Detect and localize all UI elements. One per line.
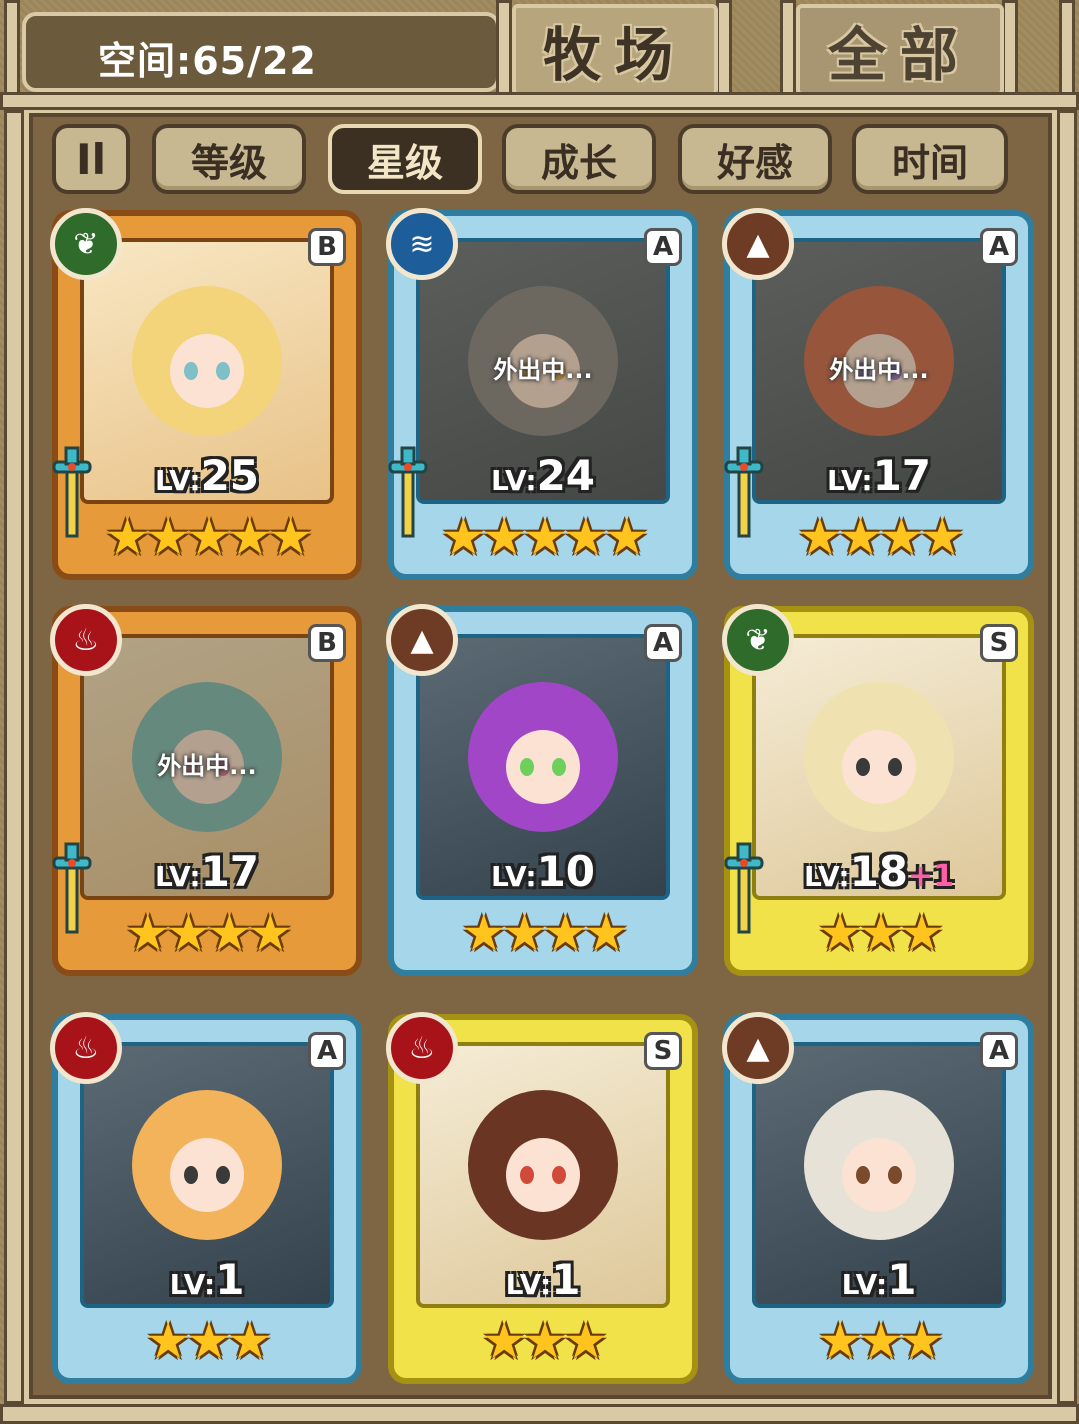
pet-eye [888, 757, 902, 776]
away-status-label: 外出中... [829, 356, 929, 385]
leaf-element-icon: ❦ [50, 208, 122, 280]
pet-card[interactable]: ▲ A LV:10 ★★★★ [386, 604, 698, 976]
sort-label: 时间 [891, 140, 968, 185]
level-label: LV:1 [505, 1255, 581, 1304]
away-status-label: 外出中... [493, 356, 593, 385]
pet-face [842, 729, 916, 804]
rank-badge: A [980, 228, 1018, 266]
star-rating: ★★★★ [125, 904, 292, 962]
pet-card[interactable]: 外出中... ♨ B LV:17 ★★★★ [50, 604, 362, 976]
pet-card[interactable]: 外出中... ≋ A LV:24 ★★★★★ [386, 208, 698, 580]
frame-rail [0, 1404, 1079, 1424]
level-label: LV:24 [490, 451, 596, 500]
pet-portrait [468, 1089, 618, 1240]
level-label: LV:1 [841, 1255, 917, 1304]
pet-eye [520, 1165, 534, 1184]
earth-element-icon: ▲ [722, 1012, 794, 1084]
pet-card[interactable]: ♨ A LV:1 ★★★ [50, 1012, 362, 1384]
level-label: LV:10 [490, 847, 596, 896]
level-label: LV:17 [826, 451, 932, 500]
sort-label: 星级 [366, 140, 443, 185]
water-element-icon: ≋ [386, 208, 458, 280]
pet-eye [520, 757, 534, 776]
level-label: LV:25 [154, 451, 260, 500]
fire-element-icon: ♨ [386, 1012, 458, 1084]
tab-all-label: 全部 [827, 21, 972, 89]
star-rating: ★★★ [817, 904, 944, 962]
pet-eye [856, 1165, 870, 1184]
earth-element-icon: ▲ [386, 604, 458, 676]
star-rating: ★★★ [145, 1312, 272, 1370]
level-bonus: +1 [908, 859, 955, 894]
pet-eye [552, 757, 566, 776]
pet-card[interactable]: ❦ B LV:25 ★★★★★ [50, 208, 362, 580]
rank-badge: A [644, 624, 682, 662]
pet-portrait [132, 1089, 282, 1240]
tab-ranch-label: 牧场 [542, 21, 687, 89]
tab-all[interactable]: 全部 [796, 4, 1004, 96]
space-bar: 空间:65/22 [22, 12, 500, 92]
earth-element-icon: ▲ [722, 208, 794, 280]
fire-element-icon: ♨ [50, 604, 122, 676]
pet-card[interactable]: 外出中... ▲ A LV:17 ★★★★ [722, 208, 1034, 580]
pet-portrait [468, 681, 618, 832]
pet-portrait [804, 681, 954, 832]
pet-eye [184, 1165, 198, 1184]
frame-rail [4, 110, 24, 1404]
rank-badge: B [308, 624, 346, 662]
pet-eye [888, 1165, 902, 1184]
rank-badge: S [644, 1032, 682, 1070]
rank-badge: B [308, 228, 346, 266]
fire-element-icon: ♨ [50, 1012, 122, 1084]
star-rating: ★★★★ [797, 508, 964, 566]
pet-card[interactable]: ▲ A LV:1 ★★★ [722, 1012, 1034, 1384]
pet-eye [552, 1165, 566, 1184]
sort-by-time-button[interactable]: 时间 [852, 124, 1008, 194]
pet-eye [184, 361, 198, 380]
tab-ranch[interactable]: 牧场 [512, 4, 718, 96]
pet-portrait [132, 285, 282, 436]
frame-post [716, 0, 732, 104]
rank-badge: S [980, 624, 1018, 662]
star-rating: ★★★★★ [104, 508, 313, 566]
star-rating: ★★★ [481, 1312, 608, 1370]
sort-by-level-button[interactable]: 等级 [152, 124, 306, 194]
star-rating: ★★★★★ [440, 508, 649, 566]
pet-card[interactable]: ❦ S LV:18+1 ★★★ [722, 604, 1034, 976]
pet-face [170, 1137, 244, 1212]
pet-face [842, 1137, 916, 1212]
sort-label: 成长 [540, 140, 617, 185]
pet-eye [216, 361, 230, 380]
pet-card[interactable]: ♨ S LV:1 ★★★ [386, 1012, 698, 1384]
level-label: LV:1 [169, 1255, 245, 1304]
pet-eye [856, 757, 870, 776]
rank-badge: A [980, 1032, 1018, 1070]
leaf-element-icon: ❦ [722, 604, 794, 676]
pet-portrait [804, 1089, 954, 1240]
frame-post [780, 0, 796, 104]
pet-eye [216, 1165, 230, 1184]
level-label: LV:17 [154, 847, 260, 896]
star-rating: ★★★ [817, 1312, 944, 1370]
sort-label: 等级 [190, 140, 267, 185]
sort-by-affection-button[interactable]: 好感 [678, 124, 832, 194]
pet-face [170, 333, 244, 408]
away-status-label: 外出中... [157, 752, 257, 781]
frame-rail [1057, 110, 1077, 1404]
space-counter: 空间:65/22 [98, 39, 317, 83]
pet-face [506, 1137, 580, 1212]
rank-badge: A [644, 228, 682, 266]
sort-order-toggle[interactable]: Il [52, 124, 130, 194]
pet-face [506, 729, 580, 804]
sort-by-star-button[interactable]: 星级 [328, 124, 482, 194]
frame-rail [0, 92, 1079, 110]
sort-label: 好感 [716, 140, 793, 185]
level-label: LV:18+1 [803, 847, 955, 896]
sort-by-growth-button[interactable]: 成长 [502, 124, 656, 194]
rank-badge: A [308, 1032, 346, 1070]
frame-post [1002, 0, 1018, 104]
star-rating: ★★★★ [461, 904, 628, 962]
sort-order-icon: Il [75, 134, 107, 184]
frame-post [496, 0, 512, 104]
